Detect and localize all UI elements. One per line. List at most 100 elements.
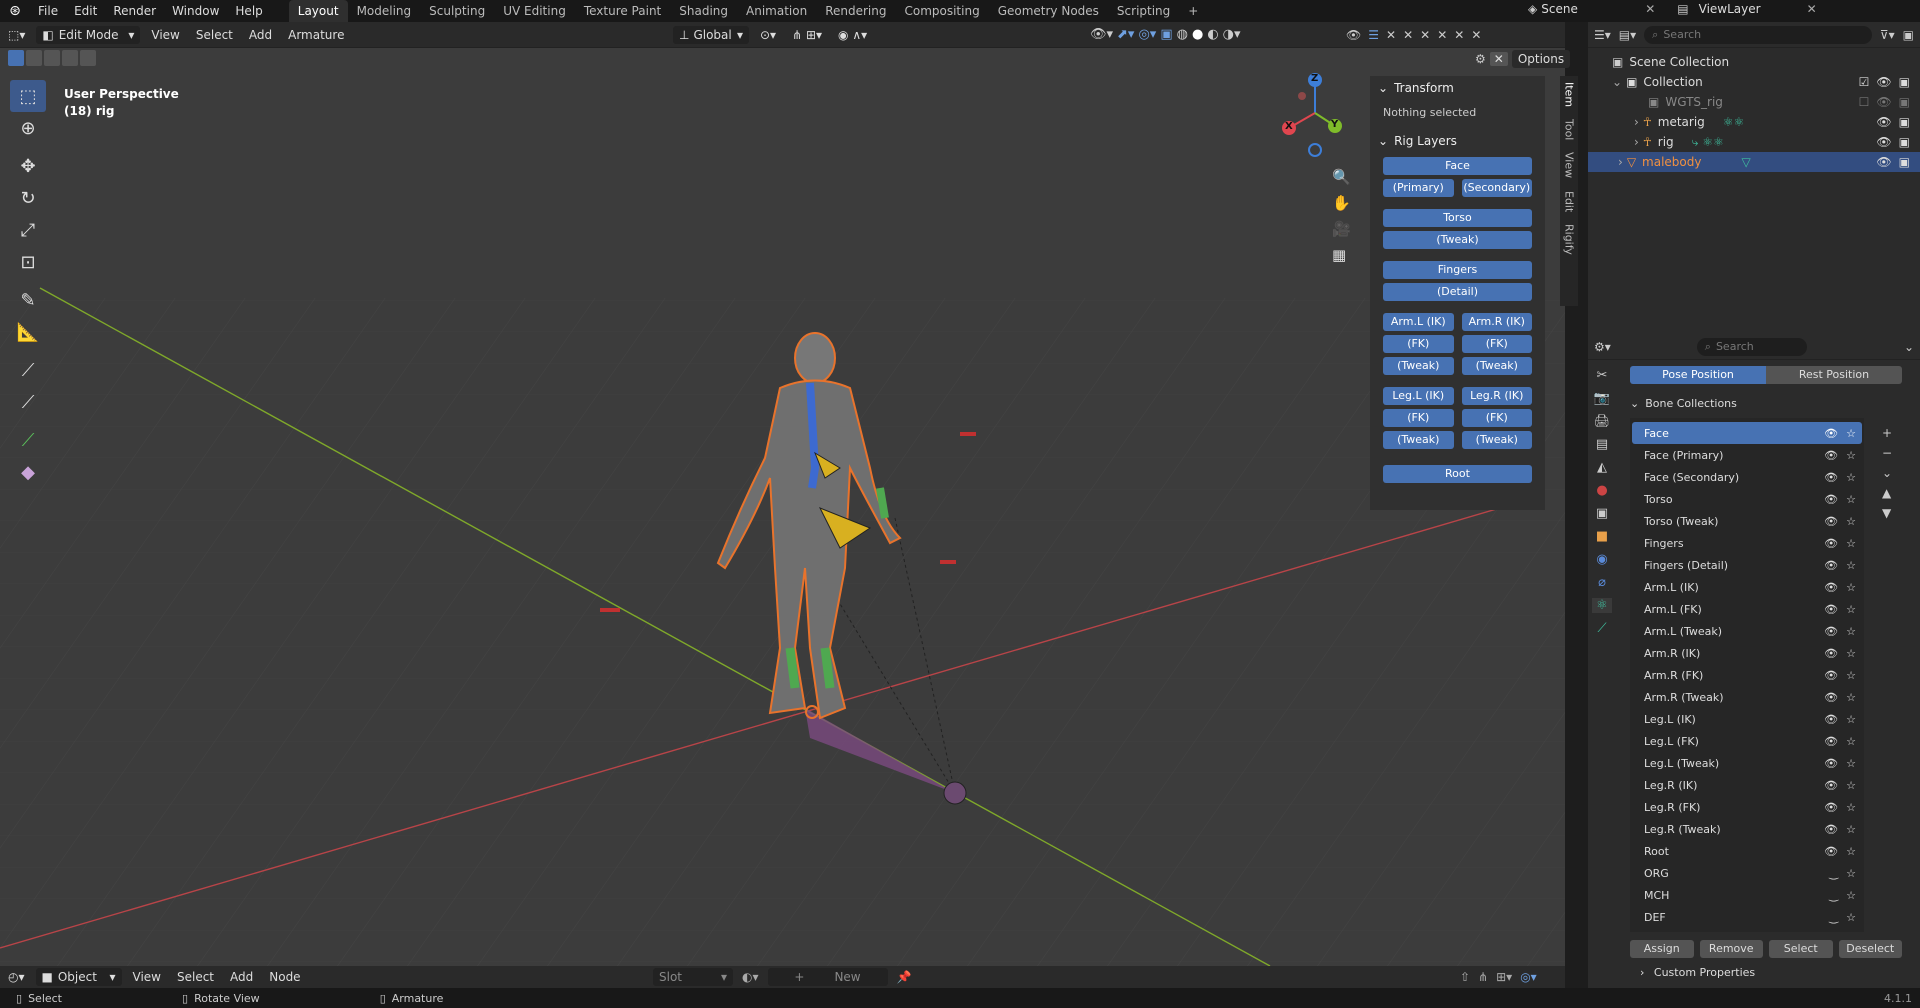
parent-icon[interactable]: ⇧: [1460, 970, 1470, 984]
mode-dropdown[interactable]: ◧ Edit Mode ▾: [36, 25, 141, 44]
armature-data-tab-icon[interactable]: ⚛: [1592, 598, 1612, 613]
hidden-eye-icon[interactable]: ‿: [1829, 911, 1838, 924]
editor-type-icon[interactable]: ◴▾: [0, 970, 33, 984]
pan-hand-icon[interactable]: ✋: [1332, 194, 1351, 212]
select-box-icon[interactable]: ⬚: [10, 80, 46, 112]
bone-collection-row[interactable]: Leg.L (IK) 👁 ☆: [1632, 708, 1862, 730]
eye-icon[interactable]: 👁: [1824, 537, 1838, 550]
editor-type-icon[interactable]: ☰▾: [1594, 28, 1611, 42]
outliner-search-field[interactable]: ⌕ Search: [1644, 25, 1872, 44]
visibility-icon[interactable]: 👁▾: [1090, 27, 1113, 42]
menu-file[interactable]: File: [30, 0, 66, 22]
bone-collection-row[interactable]: DEF ‿ ☆: [1632, 906, 1862, 928]
rig-layer-fingers-button[interactable]: Fingers: [1383, 261, 1532, 279]
bone-collection-row[interactable]: Leg.R (IK) 👁 ☆: [1632, 774, 1862, 796]
bone-collection-row[interactable]: Leg.L (FK) 👁 ☆: [1632, 730, 1862, 752]
camera-icon[interactable]: ▣: [1899, 95, 1910, 109]
rotate-icon[interactable]: ↻: [10, 182, 46, 214]
star-icon[interactable]: ☆: [1846, 559, 1856, 572]
menu-view[interactable]: View: [143, 28, 187, 42]
extrude-icon[interactable]: ⟋: [10, 424, 46, 456]
eye-icon[interactable]: 👁: [1824, 647, 1838, 660]
star-icon[interactable]: ☆: [1846, 603, 1856, 616]
bone-collection-list[interactable]: Face 👁 ☆ Face (Primary) 👁 ☆ Face (Secondary) 👁 ☆…: [1630, 418, 1864, 932]
world-tab-icon[interactable]: ●: [1596, 483, 1607, 498]
tab-rendering[interactable]: Rendering: [816, 0, 895, 22]
outliner-item-scene-collection[interactable]: ▣ Scene Collection: [1588, 52, 1920, 72]
bone-collection-row[interactable]: Face (Secondary) 👁 ☆: [1632, 466, 1862, 488]
select-extend-icon[interactable]: [26, 50, 42, 66]
specials-menu-icon[interactable]: ⌄: [1882, 466, 1892, 480]
options-dropdown[interactable]: Options: [1511, 50, 1571, 68]
rig-layer-fingers-detail-button[interactable]: (Detail): [1383, 283, 1532, 301]
star-icon[interactable]: ☆: [1846, 757, 1856, 770]
bone-envelope-icon[interactable]: ⟋: [10, 386, 46, 418]
star-icon[interactable]: ☆: [1846, 779, 1856, 792]
bone-collection-row[interactable]: Leg.R (Tweak) 👁 ☆: [1632, 818, 1862, 840]
object-tab-icon[interactable]: ■: [1596, 529, 1608, 544]
menu-armature[interactable]: Armature: [280, 28, 352, 42]
3d-viewport[interactable]: Z X Y 🔍 ✋ 🎥 ▦: [0, 48, 1565, 966]
add-collection-icon[interactable]: +: [1882, 426, 1892, 440]
select-new-icon[interactable]: [8, 50, 24, 66]
camera-icon[interactable]: ▣: [1899, 135, 1910, 149]
eye-icon[interactable]: 👁: [1824, 735, 1838, 748]
remove-button[interactable]: Remove: [1699, 940, 1763, 958]
bone-collection-row[interactable]: Arm.R (FK) 👁 ☆: [1632, 664, 1862, 686]
close-icon[interactable]: ✕: [1645, 2, 1655, 16]
transform-orientation-dropdown[interactable]: ⊥ Global ▾: [673, 25, 749, 44]
xray-icon[interactable]: ▣: [1160, 27, 1172, 42]
scene-icon[interactable]: ◈: [1528, 2, 1537, 16]
zoom-icon[interactable]: 🔍: [1332, 168, 1351, 186]
cursor-icon[interactable]: ⊕: [10, 112, 46, 144]
menu-add[interactable]: Add: [241, 28, 280, 42]
eye-icon[interactable]: 👁: [1824, 757, 1838, 770]
tab-uv-editing[interactable]: UV Editing: [494, 0, 575, 22]
proportional-edit-icon[interactable]: ◉ ∧▾: [830, 28, 875, 42]
rig-layer-leg-r-fk-button[interactable]: (FK): [1461, 409, 1532, 427]
rig-layer-arm-l-ik-button[interactable]: Arm.L (IK): [1383, 313, 1454, 331]
tab-animation[interactable]: Animation: [737, 0, 816, 22]
bone-collection-row[interactable]: Leg.R (FK) 👁 ☆: [1632, 796, 1862, 818]
filter-icon[interactable]: ⊽▾: [1880, 28, 1895, 42]
bone-size-icon[interactable]: ⟋: [10, 354, 46, 386]
close-icon[interactable]: ✕: [1471, 28, 1481, 42]
star-icon[interactable]: ☆: [1846, 427, 1856, 440]
star-icon[interactable]: ☆: [1846, 713, 1856, 726]
bone-collection-row[interactable]: Arm.R (IK) 👁 ☆: [1632, 642, 1862, 664]
tab-texture-paint[interactable]: Texture Paint: [575, 0, 670, 22]
editor-type-icon[interactable]: ⬚▾: [0, 28, 33, 42]
bone-collection-row[interactable]: MCH ‿ ☆: [1632, 884, 1862, 906]
star-icon[interactable]: ☆: [1846, 867, 1856, 880]
bone-collection-row[interactable]: Fingers (Detail) 👁 ☆: [1632, 554, 1862, 576]
rig-layer-root-button[interactable]: Root: [1383, 465, 1532, 483]
pivot-icon[interactable]: ⊙▾: [752, 28, 784, 42]
checkbox-icon[interactable]: ☑: [1859, 75, 1870, 89]
transform-icon[interactable]: ⊡: [10, 246, 46, 278]
move-up-icon[interactable]: ▲: [1882, 486, 1892, 500]
bone-collection-row[interactable]: Root 👁 ☆: [1632, 840, 1862, 862]
bone-collection-row[interactable]: Arm.L (IK) 👁 ☆: [1632, 576, 1862, 598]
rig-layer-face-secondary-button[interactable]: (Secondary): [1461, 179, 1532, 197]
eye-icon[interactable]: 👁: [1824, 559, 1838, 572]
star-icon[interactable]: ☆: [1846, 801, 1856, 814]
tab-geometry-nodes[interactable]: Geometry Nodes: [989, 0, 1108, 22]
eye-icon[interactable]: 👁: [1824, 427, 1838, 440]
tab-compositing[interactable]: Compositing: [895, 0, 988, 22]
star-icon[interactable]: ☆: [1846, 691, 1856, 704]
close-icon[interactable]: ✕: [1807, 2, 1817, 16]
add-workspace-button[interactable]: +: [1179, 0, 1207, 22]
star-icon[interactable]: ☆: [1846, 625, 1856, 638]
eye-icon[interactable]: 👁: [1876, 95, 1891, 109]
custom-properties-header[interactable]: › Custom Properties: [1630, 966, 1902, 979]
eye-icon[interactable]: 👁: [1824, 493, 1838, 506]
bone-collection-row[interactable]: Leg.L (Tweak) 👁 ☆: [1632, 752, 1862, 774]
checkbox-icon[interactable]: ☐: [1859, 95, 1870, 109]
gizmo-icon[interactable]: ⬈▾: [1117, 27, 1134, 42]
rig-layer-face-button[interactable]: Face: [1383, 157, 1532, 175]
star-icon[interactable]: ☆: [1846, 669, 1856, 682]
view-layer-name[interactable]: ViewLayer: [1693, 2, 1803, 16]
rig-layer-leg-l-tweak-button[interactable]: (Tweak): [1383, 431, 1454, 449]
filter-icon[interactable]: ☰: [1368, 28, 1379, 42]
star-icon[interactable]: ☆: [1846, 471, 1856, 484]
